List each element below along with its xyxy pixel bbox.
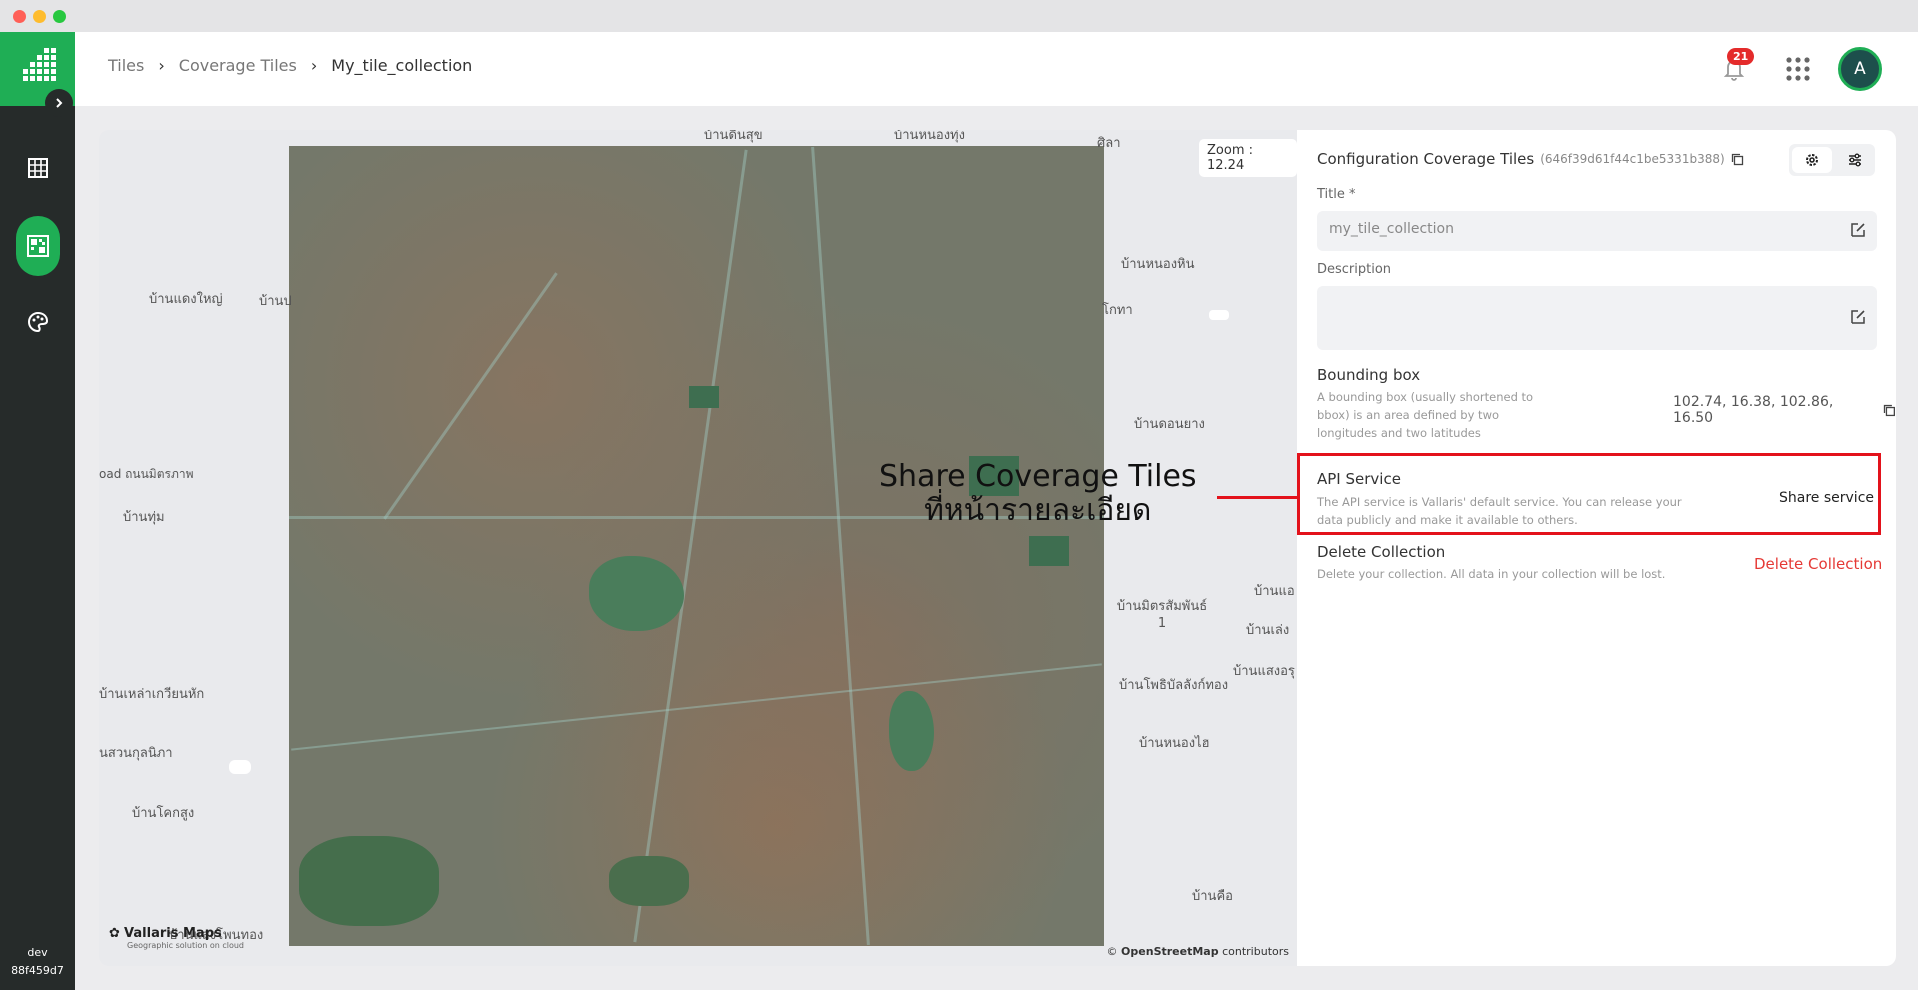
table-icon — [28, 158, 48, 178]
edit-icon[interactable] — [1849, 308, 1867, 326]
map-label: บ้านเหล่าเกวียนหัก — [99, 687, 205, 702]
breadcrumb-current: My_tile_collection — [331, 56, 473, 75]
vallaris-maps-logo: ✿ Vallaris Maps Geographic solution on c… — [109, 926, 244, 950]
map-label: บ้านหนองหิน — [1121, 257, 1195, 272]
copy-icon[interactable] — [1731, 153, 1744, 166]
map-attribution: © OpenStreetMap contributors — [1106, 945, 1289, 958]
map-feature — [1209, 310, 1229, 320]
callout-line-1: Share Coverage Tiles — [879, 459, 1197, 494]
configuration-panel: Configuration Coverage Tiles (646f39d61f… — [1297, 130, 1896, 966]
map-label: บ้านเล่ง — [1246, 623, 1290, 638]
sidebar-item-styles[interactable] — [16, 292, 60, 352]
tiles-icon — [27, 235, 49, 257]
user-avatar[interactable]: A — [1838, 47, 1882, 91]
imagery-lake — [889, 691, 934, 771]
map-feature — [229, 760, 251, 774]
gear-icon — [1806, 154, 1818, 166]
bbox-title: Bounding box — [1317, 366, 1421, 384]
panel-title: Configuration Coverage Tiles (646f39d61f… — [1317, 150, 1744, 168]
build-hash: 88f459d7 — [11, 964, 64, 977]
settings-tab[interactable] — [1792, 147, 1832, 173]
imagery-texture — [289, 146, 1104, 946]
map-label: บ้านมิตรสัมพันธ์ 1 — [1116, 599, 1208, 631]
bbox-coordinates: 102.74, 16.38, 102.86, 16.50 — [1673, 394, 1834, 426]
edit-icon[interactable] — [1849, 221, 1867, 239]
bbox-value: 102.74, 16.38, 102.86, 16.50 — [1673, 394, 1896, 426]
map-label: บ้านดอนยาง — [1134, 417, 1205, 432]
title-field-label: Title * — [1317, 187, 1356, 202]
apps-grid-icon[interactable] — [1785, 56, 1811, 82]
map-label: บ้านคือ — [1192, 889, 1233, 904]
osm-link[interactable]: OpenStreetMap — [1121, 945, 1219, 958]
imagery-field — [299, 836, 439, 926]
description-field-label: Description — [1317, 262, 1392, 277]
map-label: บ้านแสงอรุ — [1233, 664, 1295, 679]
filters-tab[interactable] — [1835, 144, 1875, 176]
palette-icon — [28, 311, 49, 333]
close-window-button[interactable] — [13, 10, 26, 23]
breadcrumb-tiles[interactable]: Tiles — [108, 56, 144, 75]
map-label: ศิลา — [1097, 136, 1121, 151]
map-label: บ้านแดงใหญ่ — [149, 292, 223, 307]
chevron-right-icon: › — [158, 56, 165, 75]
map-label: โกทา — [1102, 303, 1133, 318]
sliders-icon — [1849, 153, 1861, 167]
map-label: บ้านดินสุข — [704, 130, 763, 143]
chevron-right-icon: › — [310, 56, 318, 75]
breadcrumb-coverage-tiles[interactable]: Coverage Tiles — [179, 56, 297, 75]
map-label: บ้านทุ่ม — [123, 510, 165, 525]
bbox-description: A bounding box (usually shortened to bbo… — [1317, 390, 1534, 440]
description-field[interactable] — [1317, 286, 1877, 350]
sidebar: dev 88f459d7 — [0, 32, 75, 990]
api-service-title: API Service — [1317, 470, 1401, 488]
panel-title-text: Configuration Coverage Tiles — [1317, 150, 1535, 168]
sidebar-item-tables[interactable] — [16, 138, 60, 198]
notification-badge: 21 — [1727, 48, 1755, 65]
tutorial-callout: Share Coverage Tiles ที่หน้ารายละเอียด — [879, 460, 1197, 528]
share-service-button[interactable]: Share service — [1779, 490, 1874, 506]
delete-collection-description: Delete your collection. All data in your… — [1317, 567, 1666, 581]
map-label: นสวนกุลนิภา — [99, 746, 173, 761]
maximize-window-button[interactable] — [53, 10, 66, 23]
leaf-icon: ✿ — [109, 926, 120, 941]
callout-line-2: ที่หน้ารายละเอียด — [924, 493, 1152, 528]
minimize-window-button[interactable] — [33, 10, 46, 23]
coverage-tile-imagery — [289, 146, 1104, 946]
map-label: oad ถนนมิตรภาพ — [99, 467, 194, 481]
imagery-field — [1029, 536, 1069, 566]
brand-name: Vallaris Maps — [124, 926, 222, 941]
imagery-field — [609, 856, 689, 906]
callout-connector — [1217, 496, 1297, 499]
map-canvas[interactable]: บ้านดินสุข บ้านหนองทุ่ง ศิลา บ้านแดงใหญ่… — [99, 130, 1297, 966]
title-field[interactable]: my_tile_collection — [1317, 211, 1877, 251]
window-titlebar — [0, 0, 1918, 32]
map-label: บ้านแอ — [1254, 584, 1295, 599]
logo-grid-icon — [23, 48, 56, 81]
chevron-right-icon — [56, 98, 63, 108]
object-id: (646f39d61f44c1be5331b388) — [1540, 152, 1725, 166]
zoom-indicator: Zoom : 12.24 — [1199, 139, 1297, 177]
delete-collection-button[interactable]: Delete Collection — [1754, 555, 1882, 573]
top-bar: Tiles › Coverage Tiles › My_tile_collect… — [75, 32, 1918, 106]
map-label: บ้านหนองทุ่ง — [894, 130, 965, 143]
delete-collection-title: Delete Collection — [1317, 543, 1446, 561]
map-label: บ้านโพธิบัลลังก์ทอง — [1119, 678, 1229, 693]
breadcrumb: Tiles › Coverage Tiles › My_tile_collect… — [108, 56, 472, 75]
copy-icon[interactable] — [1883, 404, 1896, 417]
map-label: บ้านโคกสูง — [132, 806, 195, 821]
map-label: บ้านป — [259, 294, 292, 309]
panel-view-toggle — [1789, 144, 1875, 176]
sidebar-item-tiles[interactable] — [16, 216, 60, 276]
api-service-description: The API service is Vallaris' default ser… — [1317, 495, 1682, 527]
sidebar-expand-button[interactable] — [45, 89, 73, 117]
imagery-field — [689, 386, 719, 408]
imagery-lake — [589, 556, 684, 631]
map-label: บ้านหนองไฮ — [1139, 736, 1210, 751]
env-label: dev — [27, 946, 48, 959]
brand-tagline: Geographic solution on cloud — [127, 941, 244, 950]
title-field-value: my_tile_collection — [1329, 221, 1454, 237]
